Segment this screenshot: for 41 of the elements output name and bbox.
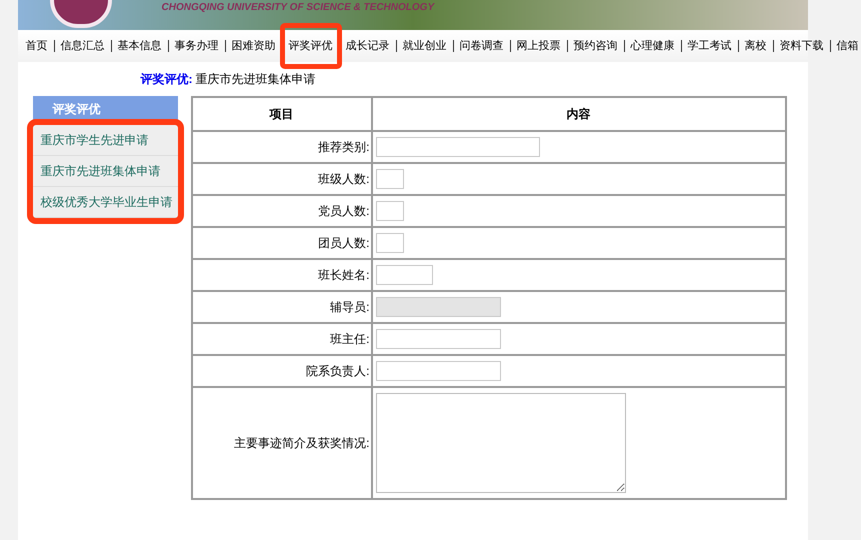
nav-link[interactable]: 首页 <box>26 38 48 54</box>
nav-link[interactable]: 问卷调查 <box>460 38 504 54</box>
breadcrumb-page: 重庆市先进班集体申请 <box>196 71 316 88</box>
field-label: 推荐类别: <box>192 131 372 163</box>
field-label: 辅导员: <box>192 291 372 323</box>
nav-link[interactable]: 困难资助 <box>232 38 276 54</box>
field-label: 主要事迹简介及获奖情况: <box>192 387 372 499</box>
sidebar-item[interactable]: 重庆市学生先进申请 <box>32 125 178 156</box>
input-field[interactable] <box>376 233 404 253</box>
field-label: 班级人数: <box>192 163 372 195</box>
input-field[interactable] <box>376 265 432 285</box>
sidebar-item[interactable]: 校级优秀大学毕业生申请 <box>32 187 178 218</box>
nav-link[interactable]: 心理健康 <box>630 38 674 54</box>
nav-link[interactable]: 信箱 <box>836 38 858 54</box>
input-field[interactable] <box>376 361 500 381</box>
nav-link[interactable]: 信息汇总 <box>60 38 104 54</box>
nav-link[interactable]: 成长记录 <box>346 38 390 54</box>
nav-link[interactable]: 评奖评优 <box>288 38 332 54</box>
field-label: 党员人数: <box>192 195 372 227</box>
field-label: 团员人数: <box>192 227 372 259</box>
nav-link[interactable]: 资料下载 <box>780 38 824 54</box>
sidebar-item[interactable]: 重庆市先进班集体申请 <box>32 156 178 187</box>
input-field[interactable] <box>376 137 540 157</box>
breadcrumb-section: 评奖评优: <box>140 70 192 88</box>
column-header: 项目 <box>192 97 372 131</box>
field-label: 班主任: <box>192 323 372 355</box>
nav-link[interactable]: 基本信息 <box>118 38 162 54</box>
textarea-field[interactable] <box>376 393 626 493</box>
nav-link[interactable]: 就业创业 <box>402 38 446 54</box>
nav-link[interactable]: 网上投票 <box>516 38 560 54</box>
nav-link[interactable]: 学工考试 <box>688 38 732 54</box>
university-name: CHONGQING UNIVERSITY OF SCIENCE & TECHNOLOGY <box>162 1 434 15</box>
input-field[interactable] <box>376 201 404 221</box>
column-header: 内容 <box>372 97 786 131</box>
nav-link[interactable]: 预约咨询 <box>574 38 618 54</box>
nav-link[interactable]: 离校 <box>744 38 766 54</box>
nav-link[interactable]: 事务办理 <box>174 38 218 54</box>
input-field[interactable] <box>376 169 404 189</box>
field-label: 班长姓名: <box>192 259 372 291</box>
field-label: 院系负责人: <box>192 355 372 387</box>
input-field[interactable] <box>376 329 500 349</box>
